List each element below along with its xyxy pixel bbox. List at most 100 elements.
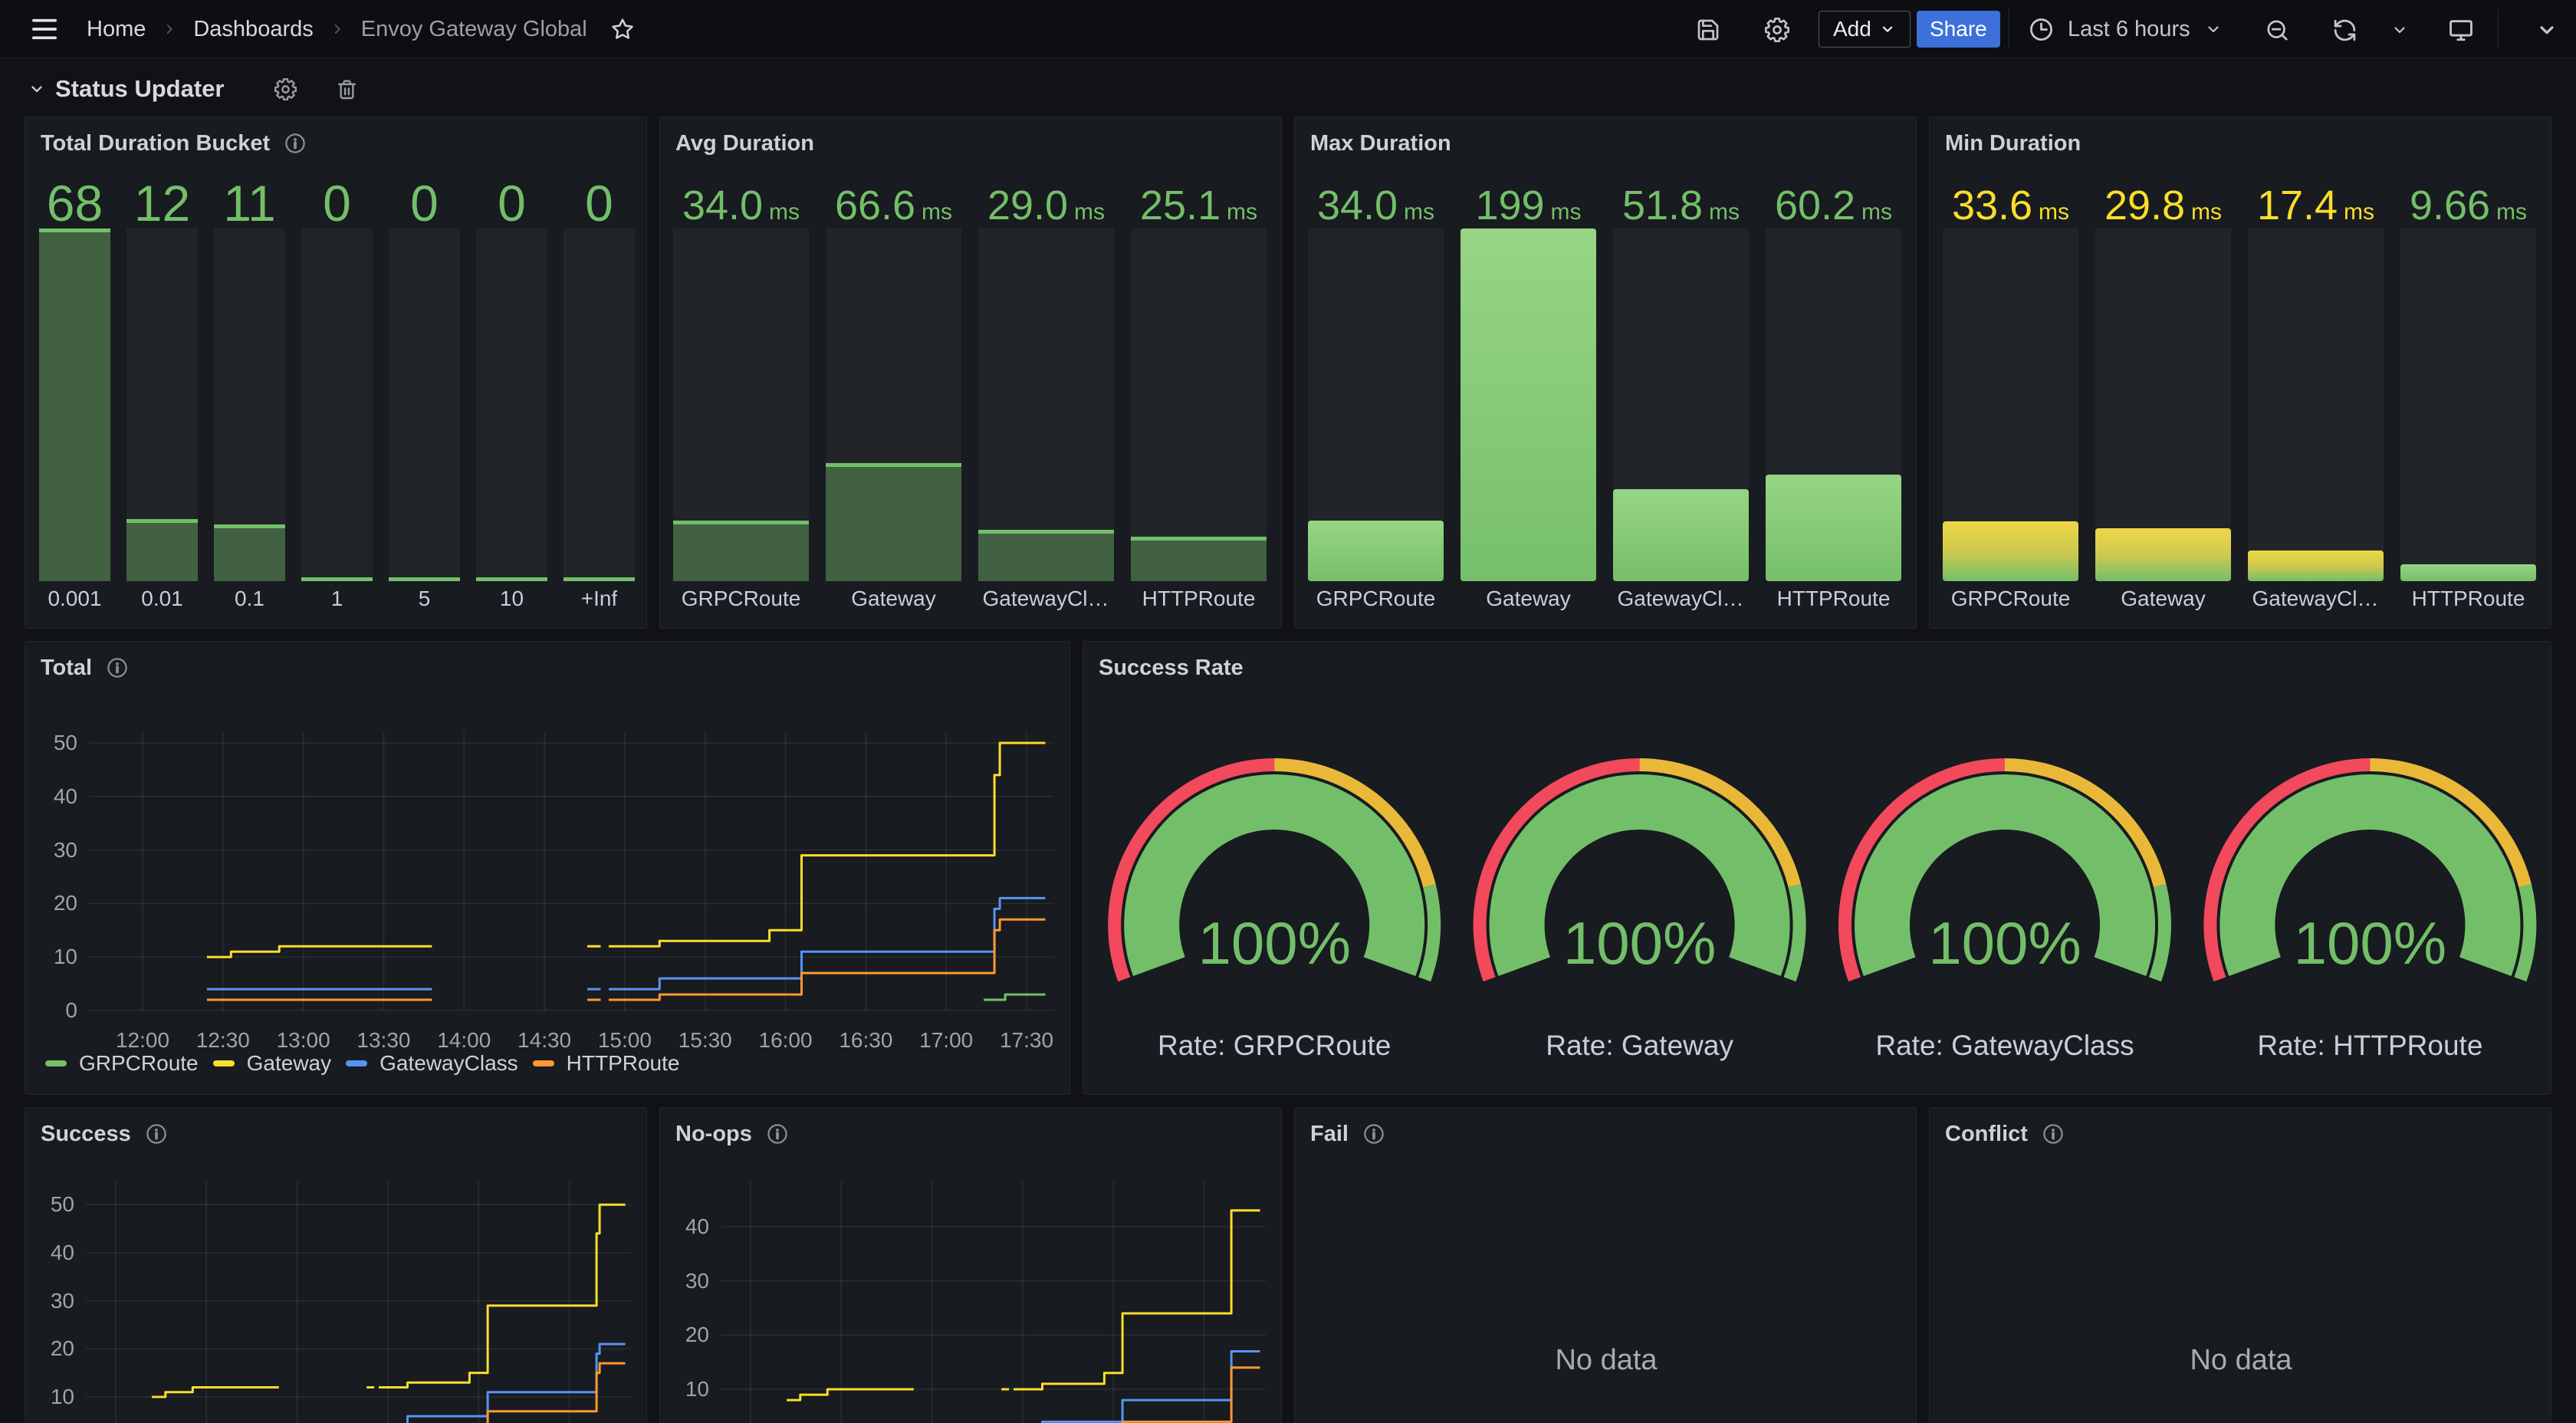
bar-fill: [2248, 550, 2384, 581]
bar-label: GRPCRoute: [1300, 587, 1452, 611]
legend-label: GRPCRoute: [79, 1051, 199, 1076]
top-navigation-bar: Home Dashboards Envoy Gateway Global AddSha…: [0, 0, 2576, 58]
gauge-title-label: Rate: HTTPRoute: [2201, 1030, 2538, 1062]
row-collapse-button[interactable]: Status Updater: [28, 74, 224, 104]
tv-mode-button[interactable]: [2444, 15, 2478, 44]
bar-value-number: 25.1: [1140, 182, 1221, 228]
time-range-picker[interactable]: Last 6 hours: [2029, 11, 2223, 48]
y-axis-tick-label: 20: [25, 1336, 74, 1361]
bar-fill: [1766, 475, 1901, 581]
panel-title-conflict: Conflict: [1945, 1122, 2028, 1147]
panel-header-min-duration[interactable]: Min Duration: [1945, 127, 2081, 160]
bar-label-text: GatewayClass: [2252, 587, 2380, 611]
bar-value: 33.6ms: [1934, 182, 2087, 229]
series-line-gateway: [787, 1389, 914, 1400]
bar-value-number: 0: [410, 175, 439, 232]
y-axis-tick-label: 50: [25, 1192, 74, 1217]
panel-header-avg-duration[interactable]: Avg Duration: [675, 127, 814, 160]
breadcrumb-item-dashboards[interactable]: Dashboards: [193, 17, 313, 42]
x-axis-tick-label: 15:00: [579, 1028, 671, 1053]
gauge-threshold-arc-green: [2155, 886, 2165, 979]
series-line-gatewayclass: [609, 898, 1046, 989]
zoom-out-icon: [2265, 18, 2290, 43]
bar-value-number: 34.0: [682, 182, 763, 228]
bar-fill: [39, 228, 110, 581]
bar-label: 10: [468, 587, 556, 611]
bar-label-text: GatewayClass: [983, 587, 1110, 611]
refresh-icon: [2332, 18, 2358, 43]
bar-fill: [389, 577, 460, 581]
bar-label-text: 10: [500, 587, 524, 611]
legend-item-httproute[interactable]: HTTPRoute: [533, 1051, 680, 1076]
y-axis-tick-label: 40: [660, 1214, 709, 1239]
bar-value-number: 11: [223, 175, 276, 232]
bar-label: GatewayClass: [970, 587, 1122, 611]
series-line-gateway: [207, 946, 432, 957]
x-axis-tick-label: 16:00: [740, 1028, 832, 1053]
chart-canvas-success[interactable]: [25, 1108, 648, 1423]
y-axis-tick-label: 10: [25, 945, 77, 969]
bar-label: 0.01: [119, 587, 206, 611]
bar-track: [301, 228, 373, 581]
panel-fail: FailNo data: [1294, 1107, 1917, 1423]
collapse-toolbar-button[interactable]: [2530, 15, 2564, 44]
dashboard-settings-button[interactable]: [1760, 15, 1794, 44]
bar-value: 17.4ms: [2239, 182, 2392, 229]
bar-value-number: 60.2: [1775, 182, 1855, 228]
bar-fill: [476, 577, 547, 581]
breadcrumb-item-home[interactable]: Home: [87, 17, 146, 42]
panel-header-max-duration[interactable]: Max Duration: [1310, 127, 1451, 160]
bar-value: 0: [468, 174, 556, 232]
bar-value: 68: [31, 174, 119, 232]
legend-color-dash: [213, 1060, 235, 1066]
bar-value-number: 29.0: [987, 182, 1068, 228]
zoom-out-button[interactable]: [2260, 15, 2294, 44]
bar-value-number: 9.66: [2410, 182, 2490, 228]
bar-label-text: GRPCRoute: [1951, 587, 2071, 611]
legend-item-grpcroute[interactable]: GRPCRoute: [45, 1051, 199, 1076]
bar-fill: [2095, 528, 2231, 581]
x-axis-tick-label: 17:30: [981, 1028, 1073, 1053]
bar-fill: [1308, 521, 1444, 581]
gauge-value-text: 100%: [1136, 909, 1412, 978]
bar-value-number: 199: [1475, 182, 1544, 228]
x-axis-tick-label: 15:30: [659, 1028, 751, 1053]
favorite-star-button[interactable]: [606, 15, 639, 44]
gauge-canvas: [1083, 642, 2552, 1096]
bar-value-unit: ms: [1227, 199, 1257, 225]
panel-header-fail[interactable]: Fail: [1310, 1117, 1385, 1151]
trash-icon: [336, 78, 358, 100]
save-dashboard-button[interactable]: [1691, 15, 1725, 44]
bar-track: [2400, 228, 2536, 581]
bar-label: 0.001: [31, 587, 119, 611]
panel-header-conflict[interactable]: Conflict: [1945, 1117, 2065, 1151]
breadcrumb-item-envoy-gateway-global[interactable]: Envoy Gateway Global: [361, 17, 587, 42]
panel-total: Total0102030405012:0012:3013:0013:3014:0…: [25, 641, 1070, 1095]
add-button[interactable]: Add: [1819, 11, 1911, 48]
chevron-down-icon: [2535, 18, 2558, 41]
row-settings-button[interactable]: [270, 75, 301, 103]
share-button[interactable]: Share: [1917, 11, 2000, 48]
menu-button[interactable]: [23, 12, 66, 46]
bar-value-unit: ms: [2039, 199, 2069, 225]
x-axis-tick-label: 12:30: [177, 1028, 269, 1053]
legend-item-gateway[interactable]: Gateway: [213, 1051, 332, 1076]
y-axis-tick-label: 10: [25, 1385, 74, 1409]
monitor-icon: [2448, 17, 2474, 43]
bar-value-unit: ms: [922, 199, 952, 225]
bar-value: 0: [294, 174, 381, 232]
chevron-down-icon: [2204, 20, 2223, 38]
y-axis-tick-label: 0: [25, 998, 77, 1023]
bar-fill: [1613, 489, 1749, 581]
bar-label: 5: [381, 587, 468, 611]
chevron-down-icon: [1879, 21, 1896, 38]
row-delete-button[interactable]: [331, 75, 362, 103]
refresh-button[interactable]: [2328, 15, 2361, 44]
row-title: Status Updater: [55, 75, 224, 103]
legend-item-gatewayclass[interactable]: GatewayClass: [346, 1051, 518, 1076]
bar-label: GatewayClass: [1605, 587, 1757, 611]
x-axis-tick-label: 16:30: [820, 1028, 912, 1053]
refresh-interval-dropdown[interactable]: [2386, 15, 2413, 44]
chart-canvas-no-ops[interactable]: [660, 1108, 1283, 1423]
panel-header-total-duration-bucket[interactable]: Total Duration Bucket: [41, 127, 307, 160]
